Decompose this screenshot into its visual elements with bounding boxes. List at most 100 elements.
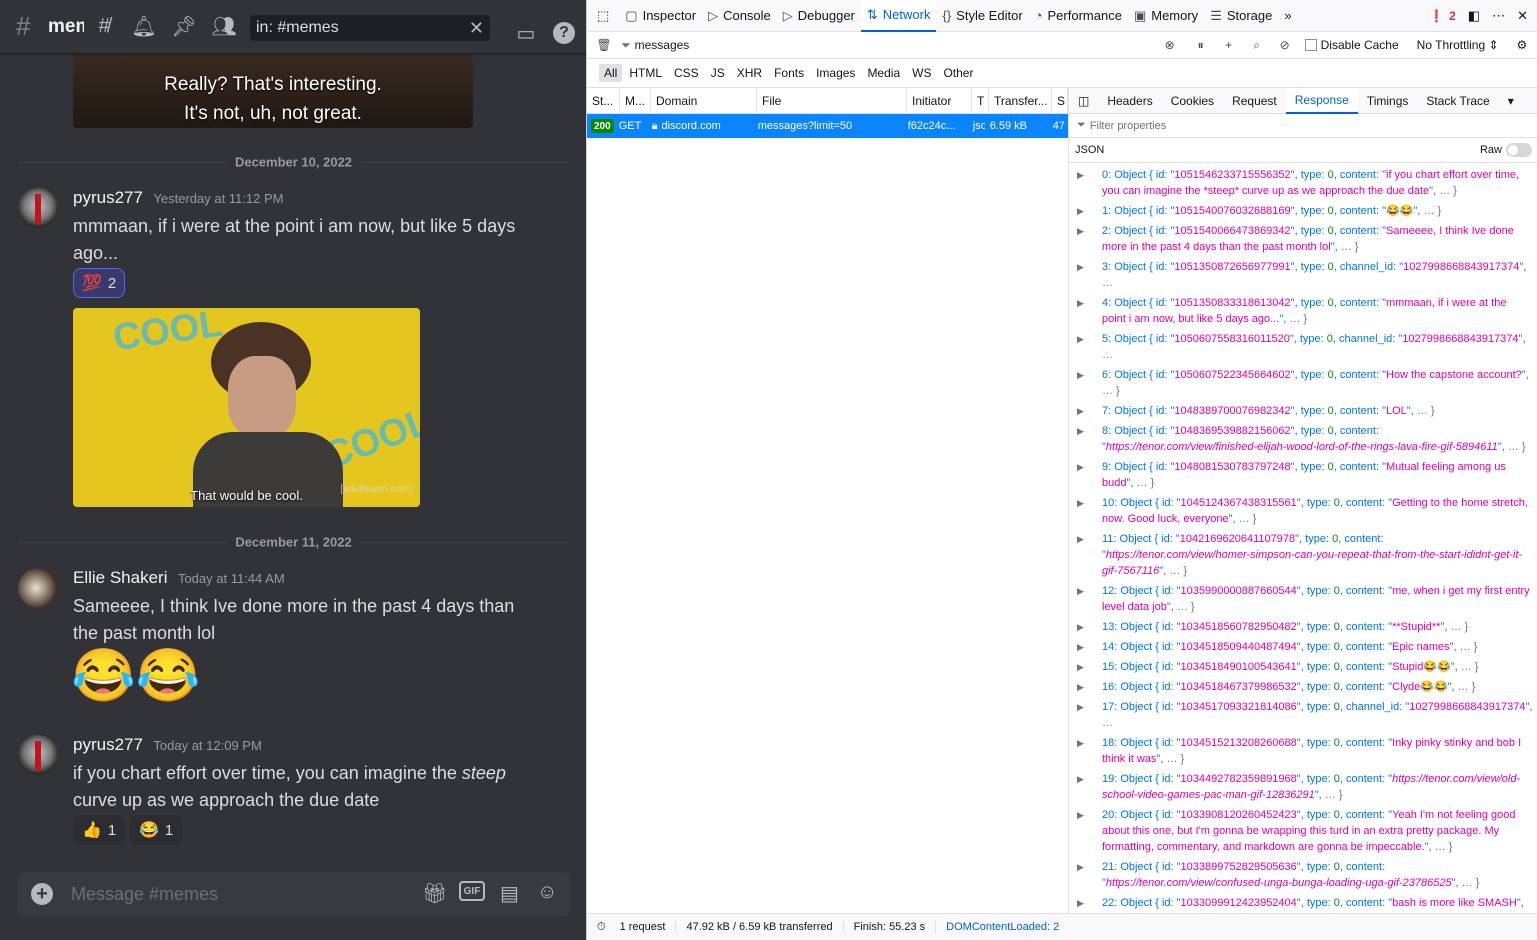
- username[interactable]: pyrus277: [73, 188, 143, 207]
- type-filter-html[interactable]: HTML: [624, 64, 667, 82]
- tab-memory[interactable]: ▣ Memory: [1128, 0, 1204, 32]
- avatar[interactable]: [18, 568, 58, 608]
- emoji-icon[interactable]: ☺: [537, 881, 557, 904]
- tab-performance[interactable]: ◔ Performance: [1029, 0, 1128, 32]
- json-entry[interactable]: ▶ 20: Object { id: "1033908120260452423",…: [1069, 805, 1537, 857]
- expand-triangle-icon[interactable]: ▶: [1077, 619, 1084, 635]
- tab-debugger[interactable]: ▷ Debugger: [777, 0, 861, 32]
- trash-icon[interactable]: 🗑︎: [587, 38, 621, 52]
- type-filter-images[interactable]: Images: [811, 64, 860, 82]
- threads-icon[interactable]: #̸: [84, 7, 124, 47]
- chevron-down-icon[interactable]: ▾: [1499, 88, 1523, 114]
- json-entry[interactable]: ▶ 22: Object { id: "1033099912423952404",…: [1069, 893, 1537, 913]
- inbox-icon[interactable]: ▭: [506, 13, 546, 53]
- search-input[interactable]: in: #memes ✕: [250, 15, 490, 41]
- col-file[interactable]: File: [757, 88, 907, 113]
- json-entry[interactable]: ▶ 10: Object { id: "1045124367438315561",…: [1069, 493, 1537, 529]
- expand-triangle-icon[interactable]: ▶: [1077, 735, 1084, 751]
- expand-triangle-icon[interactable]: ▶: [1077, 699, 1084, 715]
- expand-triangle-icon[interactable]: ▶: [1077, 895, 1084, 911]
- help-icon[interactable]: ?: [544, 13, 584, 53]
- json-entry[interactable]: ▶ 6: Object { id: "1050607522345664602", …: [1069, 365, 1537, 401]
- side-tab-headers[interactable]: Headers: [1098, 88, 1161, 114]
- username[interactable]: pyrus277: [73, 735, 143, 754]
- type-filter-media[interactable]: Media: [862, 64, 905, 82]
- json-entry[interactable]: ▶ 16: Object { id: "1034518467379986532",…: [1069, 677, 1537, 697]
- request-row[interactable]: 200 GET 🔒︎ discord.com messages?limit=50 …: [587, 114, 1068, 138]
- raw-toggle[interactable]: Raw: [1480, 143, 1532, 157]
- menu-icon[interactable]: ⋯: [1486, 0, 1511, 32]
- expand-triangle-icon[interactable]: ▶: [1077, 459, 1084, 475]
- pause-icon[interactable]: ⏸︎: [1187, 38, 1215, 53]
- json-entry[interactable]: ▶ 7: Object { id: "1048389700076982342", …: [1069, 401, 1537, 421]
- json-entry[interactable]: ▶ 8: Object { id: "1048369539882156062", …: [1069, 421, 1537, 457]
- filter-properties-input[interactable]: ⏷ Filter properties: [1069, 114, 1537, 138]
- expand-triangle-icon[interactable]: ▶: [1077, 639, 1084, 655]
- col-method[interactable]: M...: [620, 88, 651, 113]
- pin-icon[interactable]: 📌︎: [164, 7, 204, 47]
- col-transferred[interactable]: Transfer...: [989, 88, 1052, 113]
- gif-embed[interactable]: Really? That's interesting. It's not, uh…: [73, 54, 473, 128]
- search-icon[interactable]: ⌕: [1243, 38, 1271, 53]
- type-filter-js[interactable]: JS: [706, 64, 730, 82]
- add-attachment-icon[interactable]: +: [31, 883, 53, 905]
- json-entry[interactable]: ▶ 15: Object { id: "1034518490100543641",…: [1069, 657, 1537, 677]
- reaction-joy[interactable]: 😂 1: [130, 815, 183, 845]
- side-tab-cookies[interactable]: Cookies: [1162, 88, 1223, 114]
- col-initiator[interactable]: Initiator: [907, 88, 972, 113]
- clear-search-icon[interactable]: ✕: [469, 18, 484, 39]
- expand-triangle-icon[interactable]: ▶: [1077, 223, 1084, 239]
- expand-triangle-icon[interactable]: ▶: [1077, 679, 1084, 695]
- add-icon[interactable]: +: [1215, 38, 1243, 52]
- col-status[interactable]: St...: [587, 88, 620, 113]
- json-entry[interactable]: ▶ 11: Object { id: "1042169620641107978",…: [1069, 529, 1537, 581]
- expand-triangle-icon[interactable]: ▶: [1077, 771, 1084, 787]
- json-entry[interactable]: ▶ 4: Object { id: "1051350833318613042", …: [1069, 293, 1537, 329]
- dock-icon[interactable]: ◧: [1462, 0, 1486, 32]
- side-tab-response[interactable]: Response: [1285, 87, 1358, 114]
- error-badge[interactable]: ❗ 2: [1423, 0, 1462, 32]
- settings-icon[interactable]: ⚙: [1517, 38, 1528, 52]
- block-icon[interactable]: ⊘: [1271, 38, 1299, 52]
- avatar[interactable]: [18, 188, 58, 228]
- expand-triangle-icon[interactable]: ▶: [1077, 367, 1084, 383]
- avatar[interactable]: [18, 735, 58, 775]
- type-filter-xhr[interactable]: XHR: [732, 64, 767, 82]
- expand-triangle-icon[interactable]: ▶: [1077, 259, 1084, 275]
- tab-console[interactable]: ▷ Console: [702, 0, 777, 32]
- json-entry[interactable]: ▶ 18: Object { id: "1034515213208260688",…: [1069, 733, 1537, 769]
- json-entry[interactable]: ▶ 17: Object { id: "1034517093321814086",…: [1069, 697, 1537, 733]
- col-type[interactable]: T: [972, 88, 989, 113]
- stopwatch-icon[interactable]: ⏱: [587, 921, 610, 934]
- expand-triangle-icon[interactable]: ▶: [1077, 807, 1084, 823]
- reaction-thumbs-up[interactable]: 👍 1: [73, 815, 126, 845]
- json-entry[interactable]: ▶ 9: Object { id: "1048081530783797248", …: [1069, 457, 1537, 493]
- tab-network[interactable]: ⇅ Network: [860, 0, 937, 32]
- expand-triangle-icon[interactable]: ▶: [1077, 531, 1084, 547]
- expand-triangle-icon[interactable]: ▶: [1077, 583, 1084, 599]
- json-entry[interactable]: ▶ 14: Object { id: "1034518509440487494",…: [1069, 637, 1537, 657]
- gif-button[interactable]: GIF: [459, 881, 485, 901]
- type-filter-all[interactable]: All: [599, 64, 623, 82]
- type-filter-ws[interactable]: WS: [907, 64, 936, 82]
- gif-embed-cool[interactable]: COOL COOL That would be cool. [adultswim…: [73, 308, 420, 507]
- json-entry[interactable]: ▶ 2: Object { id: "1051540066473869342", …: [1069, 221, 1537, 257]
- members-icon[interactable]: 👥︎: [204, 7, 244, 47]
- expand-triangle-icon[interactable]: ▶: [1077, 403, 1084, 419]
- side-tab-timings[interactable]: Timings: [1358, 88, 1418, 114]
- clear-filter-icon[interactable]: ⊗: [1165, 38, 1187, 52]
- url-filter-input[interactable]: messages: [635, 38, 1165, 52]
- side-tab-request[interactable]: Request: [1223, 88, 1286, 114]
- json-entry[interactable]: ▶ 13: Object { id: "1034518560782950482",…: [1069, 617, 1537, 637]
- throttling-select[interactable]: No Throttling ⇕: [1417, 38, 1499, 52]
- pick-element-icon[interactable]: ⬚: [587, 0, 619, 32]
- sticker-icon[interactable]: ▤: [500, 881, 519, 906]
- expand-triangle-icon[interactable]: ▶: [1077, 295, 1084, 311]
- reaction-100[interactable]: 💯 2: [73, 268, 126, 298]
- json-entry[interactable]: ▶ 12: Object { id: "1035990000887660544",…: [1069, 581, 1537, 617]
- bell-icon[interactable]: 🔔︎: [124, 7, 164, 47]
- type-filter-other[interactable]: Other: [938, 64, 978, 82]
- more-tabs-icon[interactable]: »: [1278, 0, 1297, 32]
- expand-triangle-icon[interactable]: ▶: [1077, 495, 1084, 511]
- type-filter-css[interactable]: CSS: [669, 64, 704, 82]
